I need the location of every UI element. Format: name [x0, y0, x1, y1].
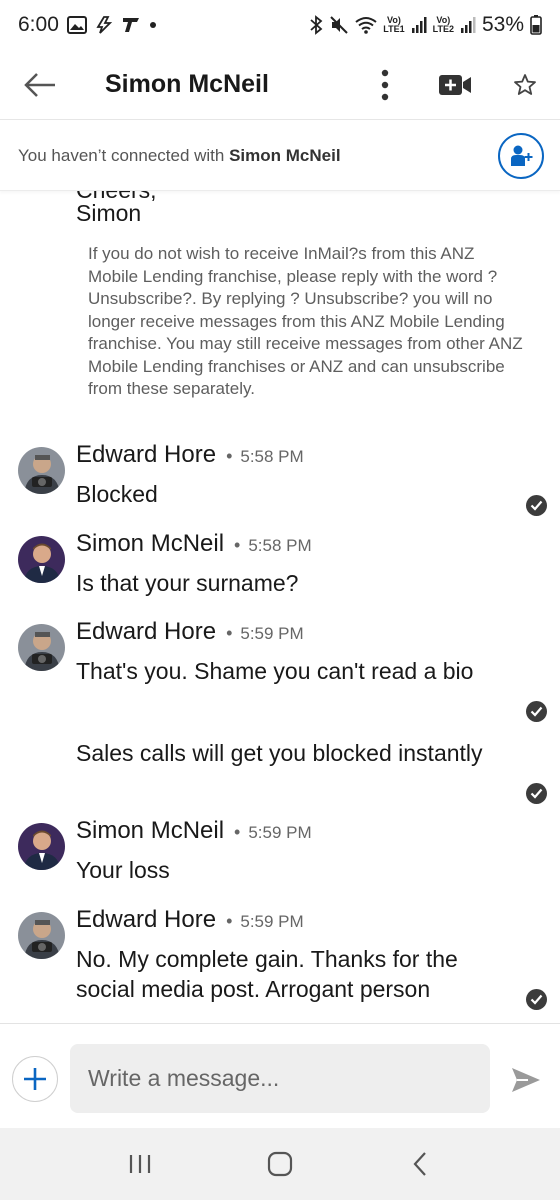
inmail-disclaimer: If you do not wish to receive InMail?s f…	[88, 244, 523, 398]
star-button[interactable]	[490, 50, 560, 120]
more-notifications-icon	[149, 21, 157, 29]
recent-apps-button[interactable]	[110, 1134, 170, 1194]
add-connection-icon	[511, 145, 533, 166]
recent-apps-icon	[129, 1155, 151, 1173]
telstra-notification-icon	[121, 15, 141, 35]
back-icon	[413, 1152, 426, 1176]
message-time: 5:58 PM	[248, 536, 312, 555]
message-text[interactable]: No. My complete gain. Thanks for the soc…	[76, 944, 516, 1004]
message-time: 5:59 PM	[240, 912, 304, 931]
star-icon	[514, 73, 536, 95]
avatar[interactable]	[18, 536, 65, 583]
signal-bars-1-icon	[411, 16, 427, 34]
system-nav-bar	[0, 1128, 560, 1200]
back-arrow-icon	[24, 72, 55, 97]
add-connection-button[interactable]	[498, 133, 544, 179]
message-text[interactable]: That's you. Shame you can't read a bio	[76, 656, 516, 686]
video-call-button[interactable]	[420, 50, 490, 120]
message-text[interactable]: Is that your surname?	[76, 568, 516, 598]
bluetooth-icon	[309, 15, 323, 35]
conversation-header: Simon McNeil	[0, 50, 560, 120]
message-input-placeholder: Write a message...	[88, 1065, 280, 1091]
sport-notification-icon	[95, 15, 113, 35]
banner-name: Simon McNeil	[229, 145, 341, 165]
read-check-icon	[526, 783, 547, 804]
attach-button[interactable]	[12, 1056, 58, 1102]
avatar[interactable]	[18, 823, 65, 870]
more-options-button[interactable]	[350, 50, 420, 120]
avatar[interactable]	[18, 912, 65, 959]
signal-sim1-icon: Vo) LTE1	[383, 15, 405, 34]
more-vertical-icon	[381, 69, 389, 100]
video-call-icon	[439, 74, 471, 95]
message-time: 5:59 PM	[248, 823, 312, 842]
home-icon	[267, 1151, 293, 1177]
message-time: 5:59 PM	[240, 624, 304, 643]
gallery-notification-icon	[66, 16, 87, 34]
message-text[interactable]: Sales calls will get you blocked instant…	[76, 738, 516, 768]
status-time: 6:00	[18, 13, 59, 36]
message-input[interactable]: Write a message...	[70, 1044, 490, 1113]
system-back-button[interactable]	[390, 1134, 450, 1194]
sender-name[interactable]: Simon McNeil	[76, 530, 224, 558]
wifi-icon	[355, 16, 377, 34]
banner-text: You haven’t connected with Simon McNeil	[18, 145, 341, 165]
sender-name[interactable]: Edward Hore	[76, 618, 216, 646]
plus-icon	[24, 1068, 46, 1090]
read-check-icon	[526, 989, 547, 1010]
status-bar: 6:00 Vo) LTE1 Vo) LTE2 53%	[0, 0, 560, 50]
sender-name[interactable]: Edward Hore	[76, 906, 216, 934]
send-button[interactable]	[506, 1060, 546, 1100]
sender-name[interactable]: Simon McNeil	[76, 817, 224, 845]
home-button[interactable]	[250, 1134, 310, 1194]
signal-bars-2-icon	[460, 16, 476, 34]
message-text[interactable]: Your loss	[76, 855, 516, 885]
read-check-icon	[526, 495, 547, 516]
message-text[interactable]: Blocked	[76, 479, 516, 509]
back-button[interactable]	[0, 50, 80, 120]
message-composer: Write a message...	[0, 1023, 560, 1128]
mute-icon	[329, 15, 349, 35]
battery-percent: 53%	[481, 13, 524, 36]
avatar[interactable]	[18, 624, 65, 671]
message-time: 5:58 PM	[240, 447, 304, 466]
conversation-title[interactable]: Simon McNeil	[105, 70, 269, 99]
sender-name[interactable]: Edward Hore	[76, 441, 216, 469]
connection-banner: You haven’t connected with Simon McNeil	[0, 121, 560, 191]
avatar[interactable]	[18, 447, 65, 494]
message-list[interactable]: Cheers, Simon If you do not wish to rece…	[0, 191, 560, 1023]
signal-sim2-icon: Vo) LTE2	[432, 15, 454, 34]
battery-icon	[530, 15, 542, 35]
read-check-icon	[526, 701, 547, 722]
message-signoff: Simon	[76, 200, 142, 226]
send-icon	[512, 1068, 540, 1092]
